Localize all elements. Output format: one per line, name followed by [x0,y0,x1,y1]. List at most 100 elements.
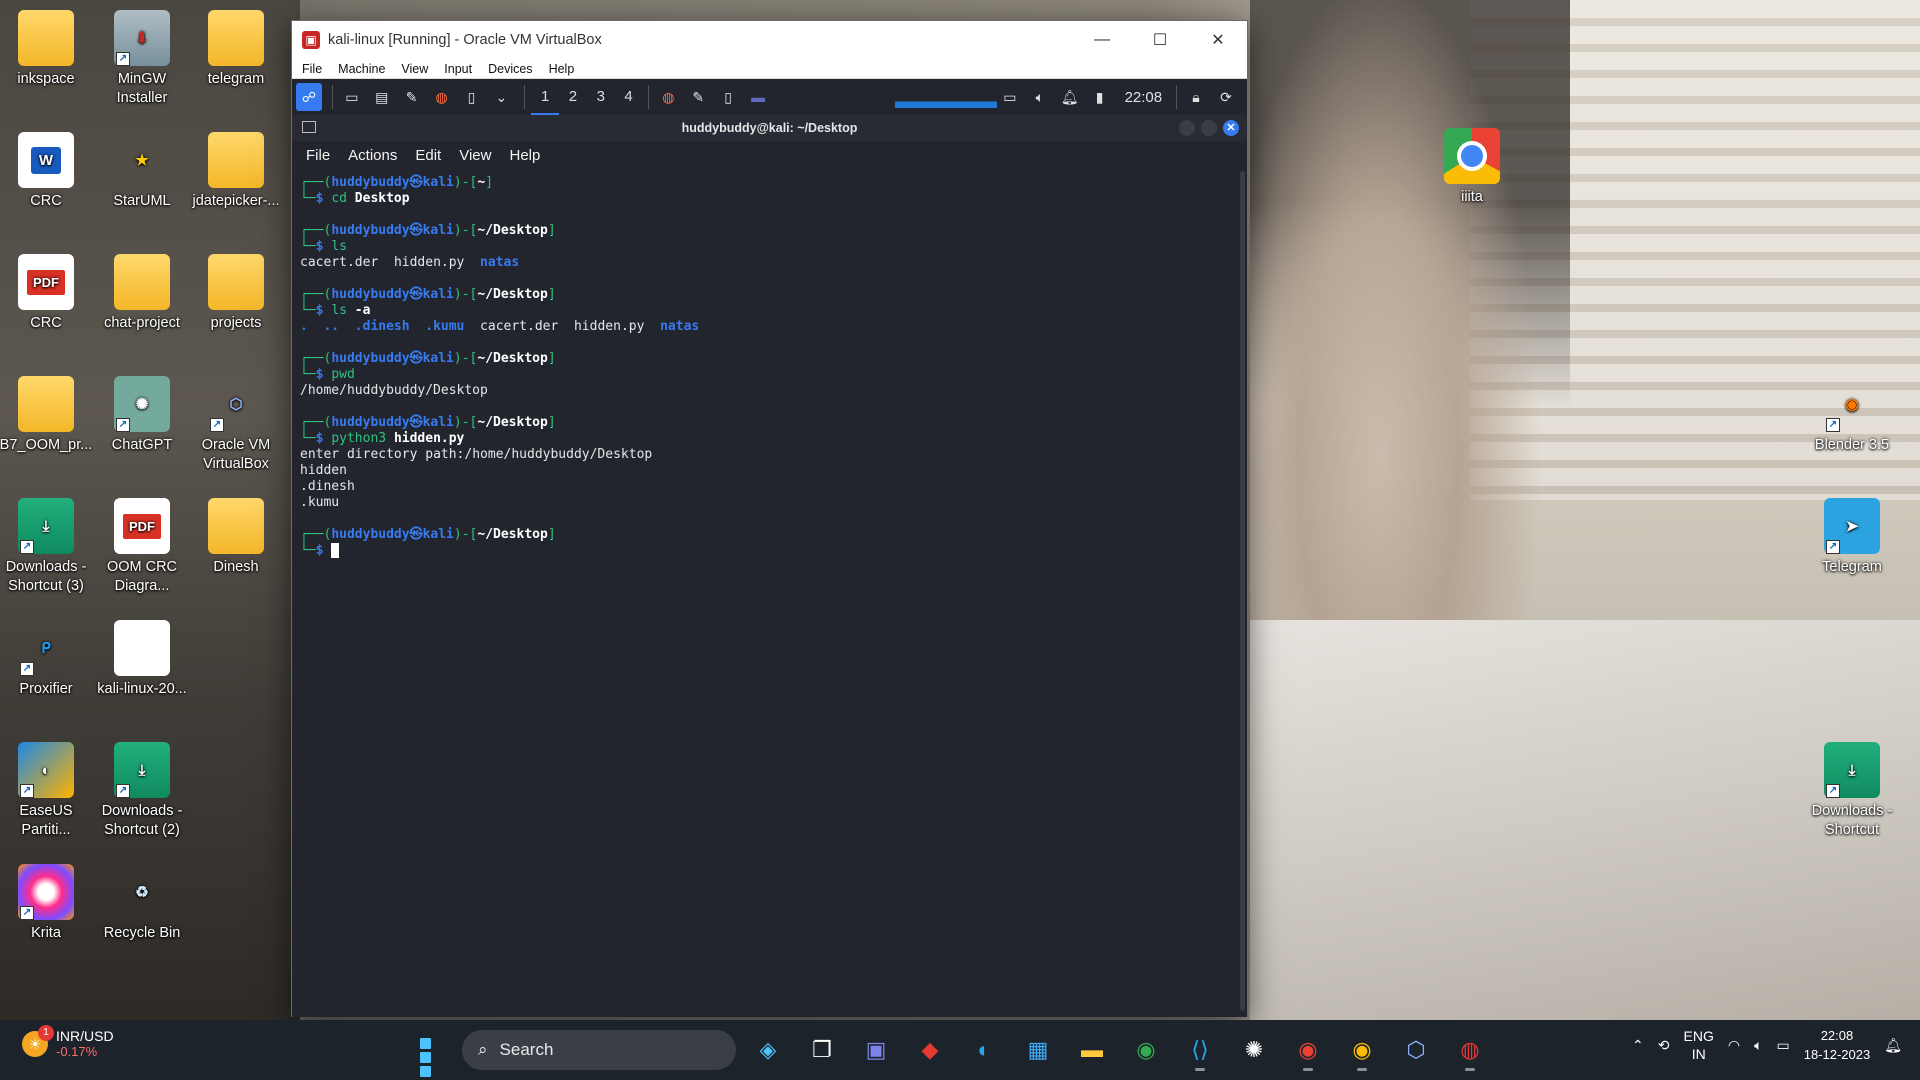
virtualbox-taskbar-icon[interactable]: ⬡ [1394,1030,1438,1070]
desktop-icon-chatgpt[interactable]: ✺ ↗ ChatGPT [94,376,190,455]
bell-icon[interactable]: 🔔︎ [1057,83,1083,111]
desktop-icon-iiita[interactable]: iiita [1424,128,1520,207]
menu-input[interactable]: Input [444,62,472,76]
panel-clock[interactable]: 22:08 [1125,89,1163,106]
terminal-menu-actions[interactable]: Actions [348,147,397,164]
terminal-minimize-button[interactable] [1179,120,1195,136]
desktop-icon-downloads-3[interactable]: ⤓ ↗ Downloads - Shortcut (3) [0,498,94,596]
language-indicator[interactable]: ENG IN [1684,1027,1714,1063]
text-editor-icon[interactable]: ✎ [399,83,425,111]
currency-widget[interactable]: ☀ 1 INR/USD -0.17% [22,1024,114,1059]
terminal-task-icon[interactable]: ▯ [715,83,741,111]
file-explorer-icon[interactable]: ▬ [1070,1030,1114,1070]
maximize-icon[interactable]: ☐ [1131,21,1189,59]
desktop-icon[interactable]: ▭ [339,83,365,111]
desktop-icon-projects[interactable]: projects [188,254,284,333]
firefox-icon[interactable]: ◍ [429,83,455,111]
sync-icon[interactable]: ⟲ [1658,1037,1670,1054]
minimize-icon[interactable]: — [1073,21,1131,59]
teams-icon[interactable]: ▣ [854,1030,898,1070]
display-icon[interactable]: ▭ [997,83,1023,111]
app-red-icon[interactable]: ◆ [908,1030,952,1070]
kali-menu-icon[interactable]: ☍ [296,83,322,111]
desktop-icon-downloads-2[interactable]: ⤓ ↗ Downloads - Shortcut (2) [94,742,190,840]
chrome-profile-1-icon[interactable]: ◉ [1286,1030,1330,1071]
menu-file[interactable]: File [302,62,322,76]
taskbar-search[interactable]: ⌕ Search [462,1030,736,1070]
firefox-task-icon[interactable]: ◍ [655,83,681,111]
terminal-menu-help[interactable]: Help [509,147,540,164]
terminal-close-button[interactable]: ✕ [1223,120,1239,136]
desktop-icon-jdatepicker[interactable]: jdatepicker-... [188,132,284,211]
menu-devices[interactable]: Devices [488,62,532,76]
store-icon[interactable]: ▦ [1016,1030,1060,1070]
terminal-output[interactable]: ┌──(huddybuddy㉿kali)-[~] └─$ cd Desktop ┌─… [292,169,1247,1017]
terminal-titlebar[interactable]: huddybuddy@kali: ~/Desktop ✕ [292,115,1247,141]
prompt-dir: ~/Desktop [477,527,548,542]
vscode-icon[interactable]: ⟨⟩ [1178,1030,1222,1071]
desktop-icon-oom-crc[interactable]: PDF OOM CRC Diagra... [94,498,190,596]
chevron-up-icon[interactable]: ⌃ [1632,1037,1644,1054]
terminal-icon[interactable]: ▯ [459,83,485,111]
desktop-icon-chat-project[interactable]: chat-project [94,254,190,333]
window-titlebar[interactable]: ▣ kali-linux [Running] - Oracle VM Virtu… [292,21,1247,59]
edge-icon[interactable]: ◐ [962,1030,1006,1070]
terminal-menu-edit[interactable]: Edit [415,147,441,164]
desktop-icon-krita[interactable]: ↗ Krita [0,864,94,943]
desktop-icon-telegram-folder[interactable]: telegram [188,10,284,89]
wifi-icon[interactable]: ◠ [1728,1037,1740,1054]
speaker-icon[interactable]: 🔈︎ [1754,1037,1762,1054]
workspace-1[interactable]: 1 [531,79,560,115]
desktop-icon-easeus[interactable]: ◐ ↗ EaseUS Partiti... [0,742,94,840]
desktop-icon-blender[interactable]: ◉ ↗ Blender 3.5 [1804,376,1900,455]
desktop-icon-crc-pdf[interactable]: PDF CRC [0,254,94,333]
terminal-menu-file[interactable]: File [306,147,330,164]
chevron-down-icon[interactable]: ⌄ [488,83,514,111]
chatgpt-taskbar-icon[interactable]: ✺ [1232,1030,1276,1070]
close-icon[interactable]: ✕ [1189,21,1247,59]
files-icon[interactable]: ▤ [369,83,395,111]
chrome-profile-2-icon[interactable]: ◉ [1340,1030,1384,1071]
window-task-icon[interactable]: ▬ [745,83,771,111]
prompt-bracket: ] [547,287,556,302]
desktop-icon-mingw[interactable]: ⬇ ↗ MinGW Installer [94,10,190,108]
desktop-icon-dinesh[interactable]: Dinesh [188,498,284,577]
desktop-icon-inkspace[interactable]: inkspace [0,10,94,89]
battery-icon[interactable]: ▮ [1087,83,1113,111]
logout-icon[interactable]: ⟳ [1213,83,1239,111]
workspace-2[interactable]: 2 [559,79,587,115]
folder-icon [208,254,264,310]
kali-vm-taskbar-icon[interactable]: ◍ [1448,1030,1492,1071]
windows-start-icon[interactable] [412,1030,452,1077]
desktop-icon-crc-doc[interactable]: W CRC [0,132,94,211]
terminal-scrollbar[interactable] [1240,171,1245,1011]
clock[interactable]: 22:08 18-12-2023 [1804,1026,1871,1064]
terminal-menu-view[interactable]: View [459,147,491,164]
desktop-icon-downloads[interactable]: ⤓ ↗ Downloads - Shortcut [1804,742,1900,840]
desktop-icon-recycle-bin[interactable]: ♻ Recycle Bin [94,864,190,943]
pdf-icon: PDF [18,254,74,310]
prompt-bracket: ] [547,415,556,430]
desktop-icon-telegram[interactable]: ➤ ↗ Telegram [1804,498,1900,577]
desktop-icon-proxifier[interactable]: ᑭ ↗ Proxifier [0,620,94,699]
desktop-icon-virtualbox[interactable]: ⬡ ↗ Oracle VM VirtualBox [188,376,284,474]
menu-machine[interactable]: Machine [338,62,385,76]
menu-help[interactable]: Help [549,62,575,76]
desktop-icon-staruml[interactable]: ★ StarUML [94,132,190,211]
workspace-4[interactable]: 4 [615,79,643,115]
lock-icon[interactable]: 🔒︎ [1183,83,1209,111]
desktop-icon-kali-file[interactable]: kali-linux-20... [94,620,190,699]
battery-icon[interactable]: ▭ [1776,1037,1789,1054]
chrome-icon[interactable]: ◉ [1124,1030,1168,1070]
desktop-icon-b7-oom[interactable]: B7_OOM_pr... [0,376,94,455]
task-view-icon[interactable]: ❐ [800,1030,844,1070]
widget-badge: 1 [38,1024,54,1041]
notification-bell-icon[interactable]: 🔔︎ [1884,1037,1902,1054]
desktop-icon-label: OOM CRC Diagra... [106,559,178,594]
volume-icon[interactable]: 🔈︎ [1027,83,1053,111]
terminal-maximize-button[interactable] [1201,120,1217,136]
editor-task-icon[interactable]: ✎ [685,83,711,111]
workspace-3[interactable]: 3 [587,79,615,115]
copilot-icon[interactable]: ◈ [746,1030,790,1070]
menu-view[interactable]: View [401,62,428,76]
